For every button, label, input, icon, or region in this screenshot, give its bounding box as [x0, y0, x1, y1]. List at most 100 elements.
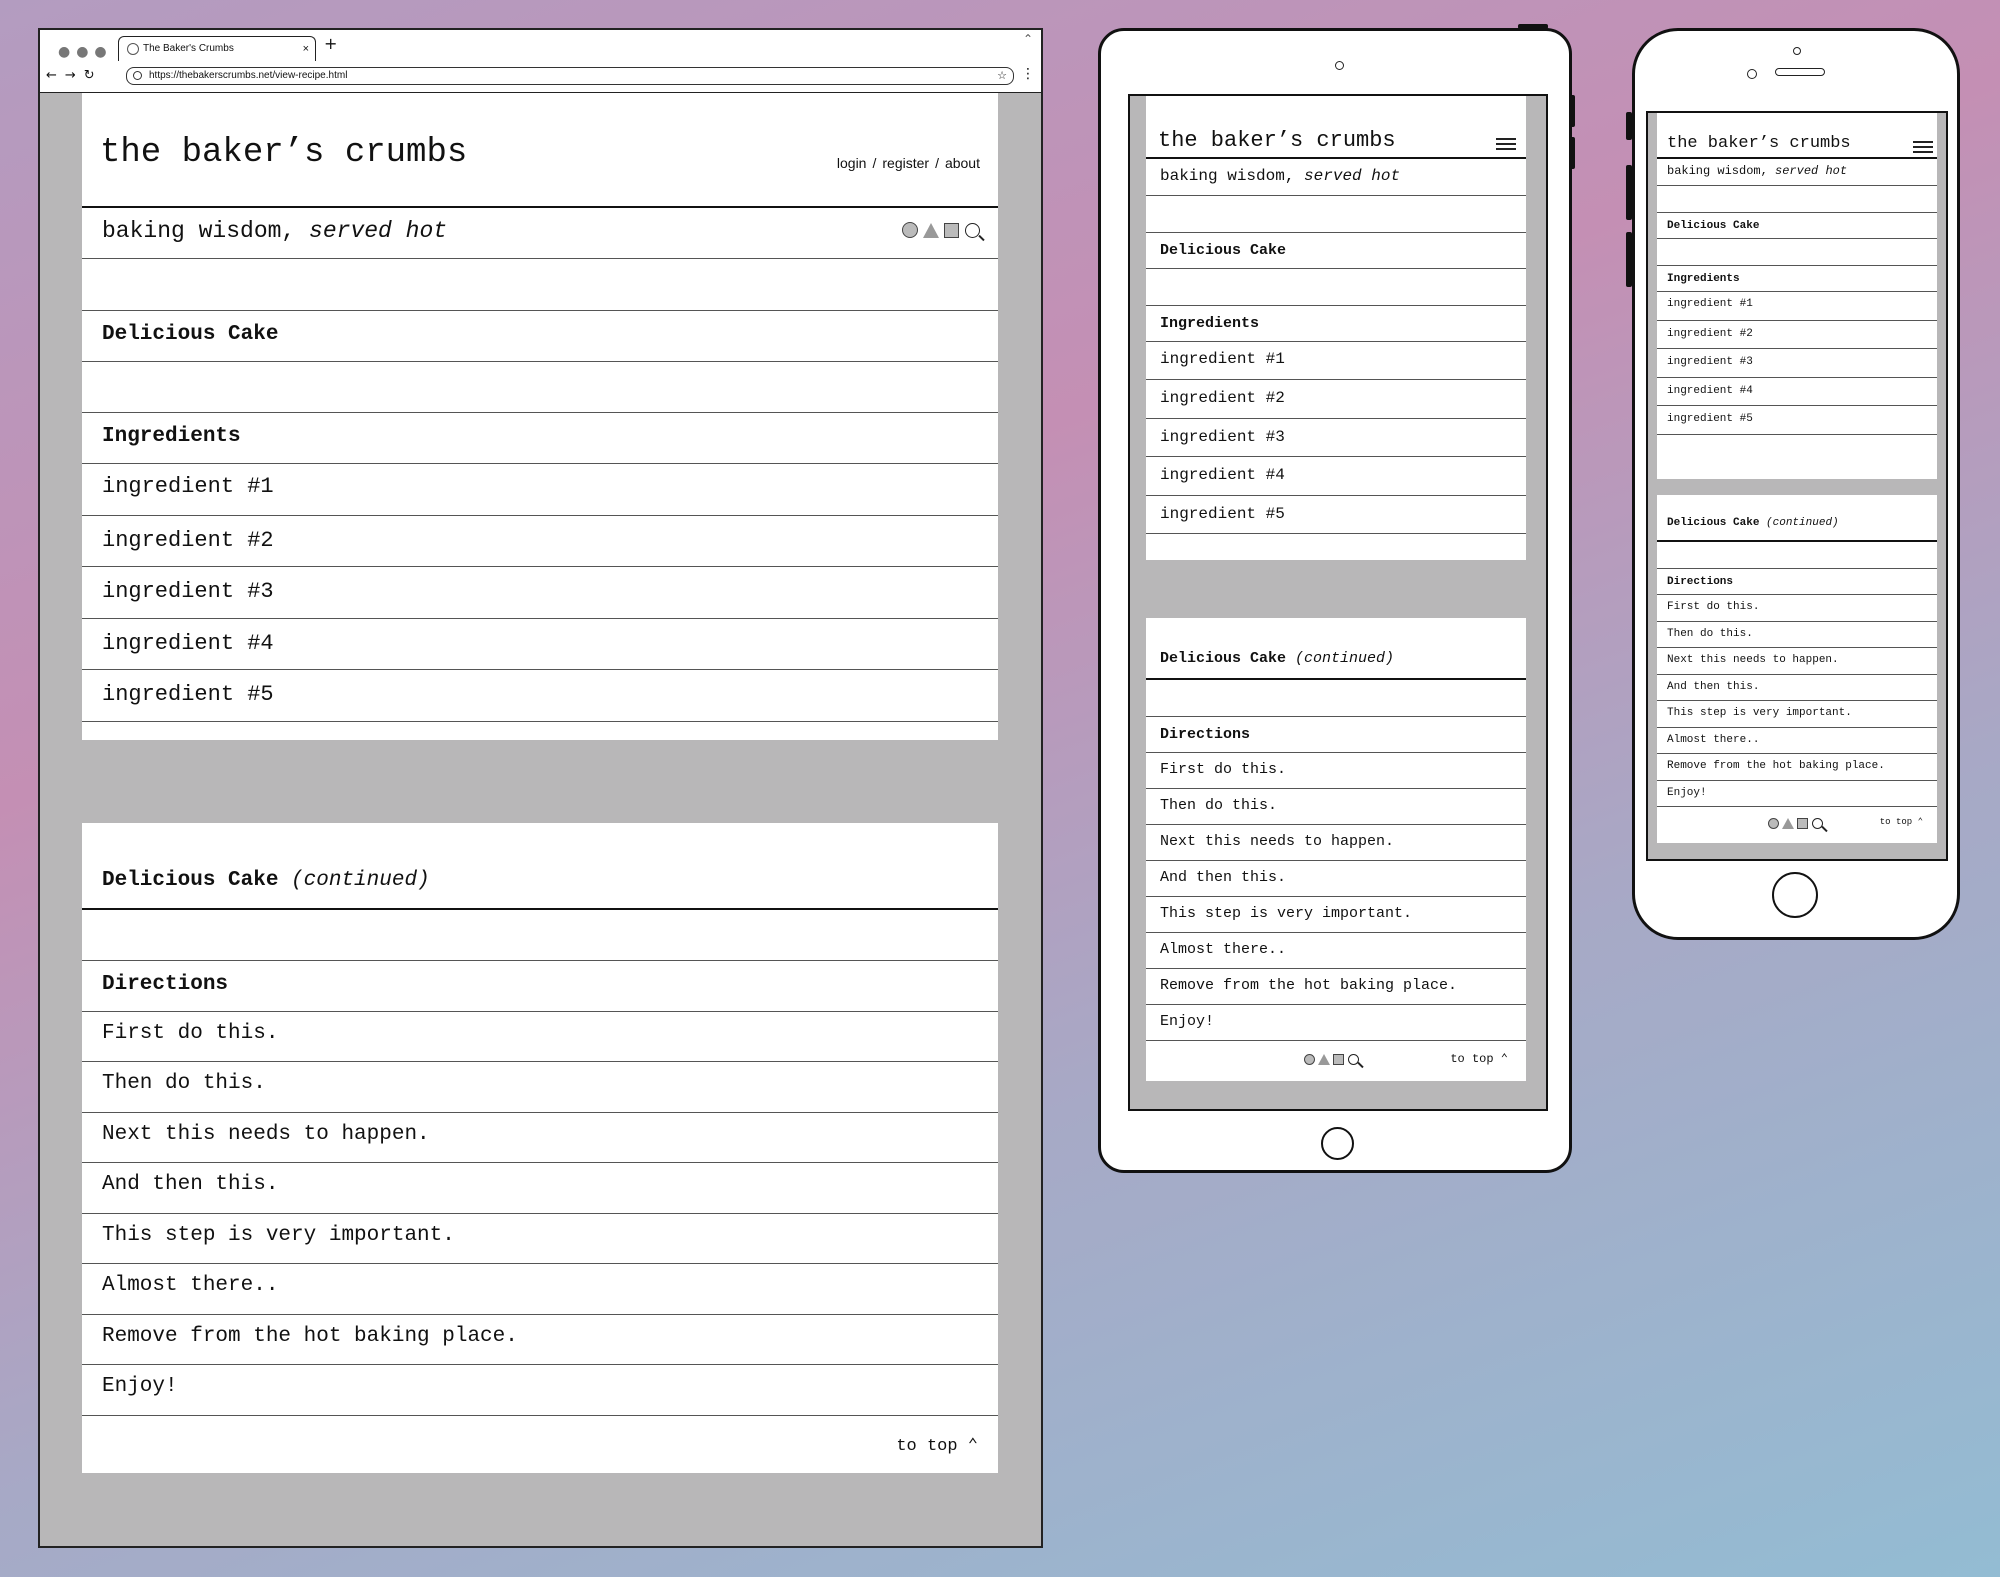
ingredient-item: ingredient #1: [102, 474, 274, 499]
tagline-plain: baking wisdom,: [1667, 164, 1768, 178]
direction-row: Then do this.: [1146, 789, 1526, 825]
recipe-card-ingredients: the baker’s crumbs login / register / about …: [82, 93, 998, 740]
spacer-row: [82, 910, 998, 961]
ingredient-item: ingredient #5: [1160, 505, 1285, 523]
tagline: baking wisdom, served hot: [102, 218, 447, 244]
to-top-link[interactable]: to top ⌃: [1880, 817, 1923, 827]
site-title[interactable]: the baker’s crumbs: [1158, 128, 1396, 153]
continued-title: Delicious Cake (continued): [102, 869, 430, 892]
tab-close-icon[interactable]: ×: [303, 37, 309, 61]
search-icon[interactable]: [1812, 818, 1823, 829]
tablet-camera: [1335, 61, 1344, 70]
search-icon[interactable]: [1348, 1054, 1359, 1065]
desktop-browser-mockup: ●●● The Baker's Crumbs × + ⌃ ←→↻ https:/…: [38, 28, 1043, 1548]
phone-camera: [1793, 47, 1801, 55]
ingredient-row: ingredient #1: [82, 464, 998, 516]
direction-item: Remove from the hot baking place.: [1667, 760, 1885, 772]
address-bar[interactable]: https://thebakerscrumbs.net/view-recipe.…: [126, 67, 1014, 85]
ingredient-item: ingredient #1: [1160, 350, 1285, 368]
direction-row: Almost there..: [1657, 728, 1937, 754]
tablet-home-button[interactable]: [1321, 1127, 1354, 1160]
phone-mockup: the baker’s crumbs baking wisdom, served…: [1632, 28, 1960, 940]
tagline: baking wisdom, served hot: [1667, 164, 1847, 178]
ingredient-row: ingredient #1: [1657, 292, 1937, 321]
phone-camera: [1747, 69, 1757, 79]
direction-item: This step is very important.: [1160, 905, 1413, 922]
continued-label: (continued): [291, 869, 430, 892]
window-arrow-icon[interactable]: ⌃: [1023, 32, 1033, 46]
tagline-row: baking wisdom, served hot: [1657, 159, 1937, 186]
ingredient-row: ingredient #2: [1146, 380, 1526, 419]
recipe-title: Delicious Cake: [1160, 650, 1287, 667]
direction-item: First do this.: [1667, 601, 1760, 613]
ingredient-row: ingredient #5: [1657, 406, 1937, 435]
ingredient-item: ingredient #5: [1667, 413, 1753, 425]
direction-row: And then this.: [1657, 675, 1937, 701]
browser-menu-icon[interactable]: ⋮: [1021, 66, 1035, 82]
circle-icon[interactable]: [1304, 1054, 1315, 1065]
tagline-italic: served hot: [1304, 167, 1401, 185]
direction-row: This step is very important.: [1146, 897, 1526, 933]
ingredients-heading-row: Ingredients: [1657, 266, 1937, 292]
direction-item: Remove from the hot baking place.: [102, 1325, 518, 1348]
hamburger-menu-icon[interactable]: [1496, 138, 1516, 153]
browser-tab[interactable]: The Baker's Crumbs ×: [118, 36, 316, 61]
spacer-row: [1146, 680, 1526, 717]
ingredient-row: ingredient #3: [1146, 419, 1526, 457]
window-controls[interactable]: ●●●: [58, 44, 113, 60]
tagline-italic: served hot: [309, 218, 448, 244]
square-icon[interactable]: [1797, 818, 1808, 829]
site-title[interactable]: the baker’s crumbs: [1667, 134, 1851, 153]
direction-item: And then this.: [102, 1173, 279, 1196]
direction-item: Then do this.: [1160, 797, 1278, 814]
direction-item: Enjoy!: [102, 1375, 178, 1398]
direction-row: Next this needs to happen.: [82, 1113, 998, 1163]
to-top-link[interactable]: to top ⌃: [896, 1435, 978, 1456]
nav-buttons[interactable]: ←→↻: [46, 68, 103, 83]
directions-heading: Directions: [1160, 726, 1251, 743]
phone-card-directions: Delicious Cake (continued) Directions Fi…: [1657, 495, 1937, 843]
circle-icon[interactable]: [902, 222, 918, 238]
url-text[interactable]: https://thebakerscrumbs.net/view-recipe.…: [149, 68, 347, 84]
direction-item: Enjoy!: [1160, 1013, 1215, 1030]
triangle-icon[interactable]: [1782, 818, 1794, 829]
direction-row: And then this.: [82, 1163, 998, 1214]
circle-icon[interactable]: [1768, 818, 1779, 829]
ingredient-item: ingredient #4: [102, 631, 274, 656]
triangle-icon[interactable]: [923, 222, 939, 238]
ingredient-row: ingredient #4: [1657, 378, 1937, 406]
to-top-link[interactable]: to top ⌃: [1450, 1051, 1508, 1066]
direction-row: Remove from the hot baking place.: [82, 1315, 998, 1365]
directions-heading-row: Directions: [1146, 717, 1526, 753]
hamburger-menu-icon[interactable]: [1913, 141, 1933, 156]
new-tab-button[interactable]: +: [324, 34, 337, 53]
ingredients-heading-row: Ingredients: [82, 413, 998, 464]
direction-item: Enjoy!: [1667, 787, 1707, 799]
phone-home-button[interactable]: [1772, 872, 1818, 918]
directions-heading: Directions: [102, 973, 229, 996]
phone-speaker: [1775, 68, 1825, 76]
tab-title: The Baker's Crumbs: [143, 43, 234, 54]
search-icon[interactable]: [965, 222, 980, 238]
ingredient-row: ingredient #3: [1657, 349, 1937, 378]
direction-row: This step is very important.: [1657, 701, 1937, 728]
direction-item: Next this needs to happen.: [1667, 654, 1839, 666]
square-icon[interactable]: [1333, 1054, 1344, 1065]
spacer-row: [1146, 196, 1526, 233]
square-icon[interactable]: [944, 222, 959, 238]
ingredient-row: ingredient #5: [82, 670, 998, 722]
direction-item: First do this.: [1160, 761, 1287, 778]
icon-group: [1304, 1054, 1359, 1065]
recipe-title: Delicious Cake: [102, 323, 279, 346]
ingredient-row: ingredient #5: [1146, 496, 1526, 534]
tagline: baking wisdom, served hot: [1160, 167, 1400, 185]
triangle-icon[interactable]: [1318, 1054, 1330, 1065]
phone-card-ingredients: the baker’s crumbs baking wisdom, served…: [1657, 113, 1937, 479]
globe-icon: [127, 43, 139, 55]
recipe-title-row: Delicious Cake: [82, 311, 998, 362]
icon-group: [1768, 818, 1823, 829]
bookmark-star-icon[interactable]: ☆: [997, 68, 1007, 84]
direction-item: Almost there..: [102, 1274, 279, 1297]
continued-title: Delicious Cake (continued): [1667, 517, 1839, 529]
direction-row: This step is very important.: [82, 1214, 998, 1264]
